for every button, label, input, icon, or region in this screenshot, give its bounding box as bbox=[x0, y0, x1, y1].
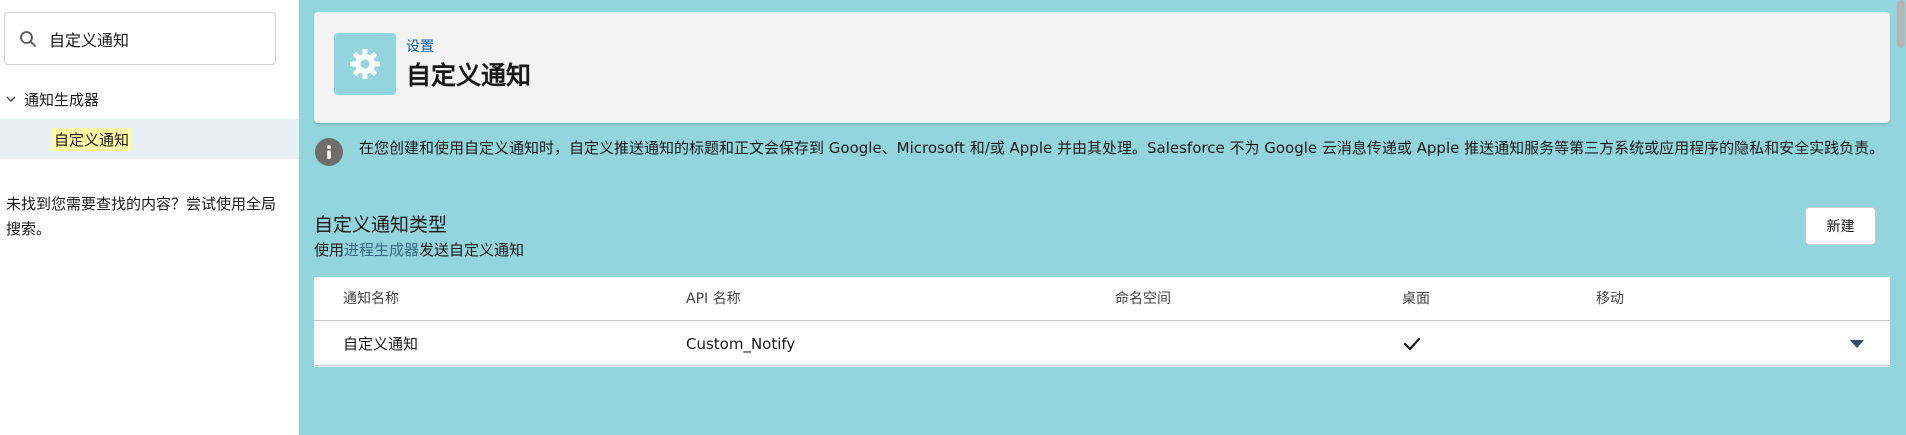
subtitle-prefix: 使用 bbox=[314, 241, 345, 259]
column-header-api-name[interactable]: API 名称 bbox=[686, 277, 741, 321]
info-text: 在您创建和使用自定义通知时，自定义推送通知的标题和正文会保存到 Google、M… bbox=[359, 139, 1885, 157]
tree-item-label: 通知生成器 bbox=[24, 90, 100, 109]
search-icon bbox=[17, 28, 39, 50]
cell-api-name: Custom_Notify bbox=[686, 335, 796, 353]
page-header: 设置 自定义通知 bbox=[314, 12, 1890, 123]
process-builder-link[interactable]: 进程生成器 bbox=[344, 241, 419, 259]
column-header-name[interactable]: 通知名称 bbox=[343, 277, 399, 321]
tree-item-notification-builder[interactable]: 通知生成器 bbox=[0, 86, 99, 112]
sidebar: 通知生成器 自定义通知 未找到您需要查找的内容？尝试使用全局搜索。 bbox=[0, 0, 299, 435]
new-button[interactable]: 新建 bbox=[1805, 207, 1876, 245]
column-header-namespace[interactable]: 命名空间 bbox=[1115, 277, 1171, 321]
gear-icon bbox=[334, 33, 396, 95]
search-field[interactable] bbox=[4, 12, 276, 65]
main-content: 设置 自定义通知 在您创建和使用自定义通知时，自定义推送通知的标题和正文会保存到… bbox=[299, 0, 1906, 435]
table-header: 通知名称 API 名称 命名空间 桌面 移动 bbox=[314, 277, 1890, 321]
cell-name: 自定义通知 bbox=[343, 335, 419, 353]
subtitle-suffix: 发送自定义通知 bbox=[419, 241, 525, 259]
section-subtitle: 使用进程生成器发送自定义通知 bbox=[314, 239, 524, 260]
info-banner: 在您创建和使用自定义通知时，自定义推送通知的标题和正文会保存到 Google、M… bbox=[314, 136, 1894, 166]
scrollbar-thumb[interactable] bbox=[1897, 0, 1905, 48]
scrollbar[interactable] bbox=[1894, 0, 1906, 435]
table-row: 自定义通知 Custom_Notify bbox=[314, 322, 1890, 366]
page-title: 自定义通知 bbox=[406, 61, 532, 90]
search-input[interactable] bbox=[49, 29, 249, 48]
row-actions-dropdown-icon[interactable] bbox=[1846, 334, 1868, 354]
section-title: 自定义通知类型 bbox=[314, 214, 448, 236]
chevron-down-icon[interactable] bbox=[0, 88, 22, 110]
info-icon bbox=[315, 138, 343, 166]
breadcrumb[interactable]: 设置 bbox=[406, 36, 434, 56]
column-header-mobile[interactable]: 移动 bbox=[1596, 277, 1624, 321]
tree-item-label: 自定义通知 bbox=[52, 127, 132, 151]
notification-types-table: 通知名称 API 名称 命名空间 桌面 移动 自定义通知 Custom_Noti… bbox=[314, 277, 1890, 367]
help-text: 未找到您需要查找的内容？尝试使用全局搜索。 bbox=[6, 195, 277, 238]
tree-item-custom-notifications[interactable]: 自定义通知 bbox=[0, 119, 299, 159]
checkmark-icon bbox=[1403, 336, 1421, 352]
column-header-desktop[interactable]: 桌面 bbox=[1402, 277, 1430, 321]
